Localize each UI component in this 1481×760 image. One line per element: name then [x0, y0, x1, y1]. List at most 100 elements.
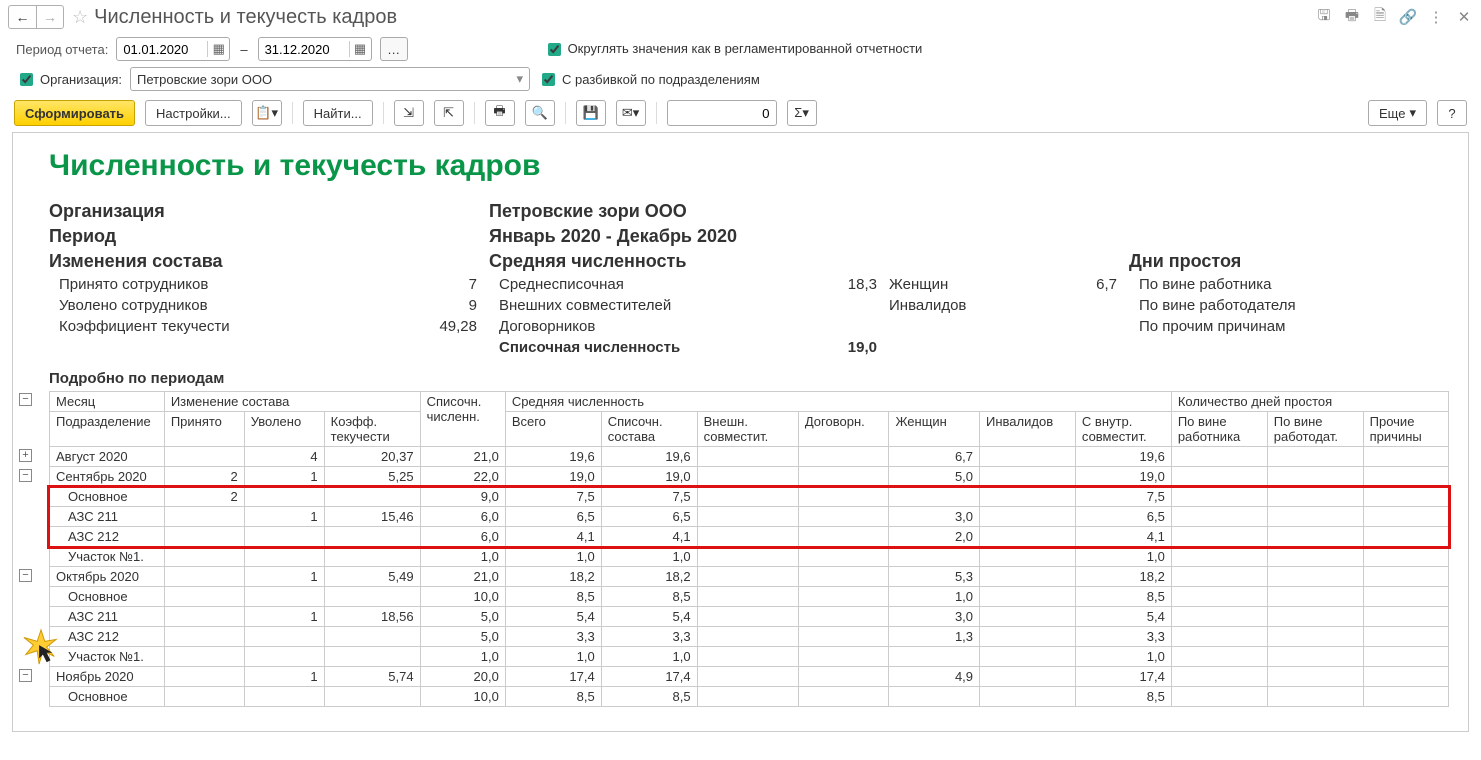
table-row[interactable]: АЗС 2126,04,14,12,04,1	[50, 527, 1449, 547]
th-coef: Коэфф. текучести	[324, 412, 420, 447]
table-cell	[1267, 607, 1363, 627]
table-cell: 4,1	[1075, 527, 1171, 547]
table-cell: 5,74	[324, 667, 420, 687]
table-row[interactable]: Октябрь 202015,4921,018,218,25,318,2	[50, 567, 1449, 587]
tree-toggle[interactable]: −	[19, 669, 32, 682]
avg-list-value: 18,3	[789, 276, 889, 293]
period-picker-button[interactable]: …	[380, 37, 408, 61]
org-select[interactable]: Петровские зори ООО ▾	[130, 67, 530, 91]
preview-icon[interactable]: 🗎	[1371, 8, 1389, 26]
table-cell	[324, 487, 420, 507]
table-row[interactable]: Основное29,07,57,57,5	[50, 487, 1449, 507]
list-count-value: 19,0	[789, 339, 889, 356]
round-checkbox-label: Округлять значения как в регламентирован…	[568, 42, 923, 57]
variants-button[interactable]: 📋▾	[252, 100, 282, 126]
table-cell: 2,0	[889, 527, 980, 547]
link-icon[interactable]: 🔗	[1399, 8, 1417, 26]
table-row[interactable]: Август 2020420,3721,019,619,66,719,6	[50, 447, 1449, 467]
table-row[interactable]: Основное10,08,58,51,08,5	[50, 587, 1449, 607]
form-button[interactable]: Сформировать	[14, 100, 135, 126]
date-from-input[interactable]: ▦	[116, 37, 230, 61]
calendar-icon[interactable]: ▦	[349, 41, 371, 57]
chevron-down-icon[interactable]: ▾	[517, 71, 524, 87]
table-cell: 7,5	[1075, 487, 1171, 507]
date-to-input[interactable]: ▦	[258, 37, 372, 61]
subdiv-checkbox-input[interactable]	[542, 73, 555, 86]
women-value: 6,7	[1029, 276, 1129, 293]
tree-toggle[interactable]: +	[19, 449, 32, 462]
table-cell	[1171, 567, 1267, 587]
table-cell: 5,4	[601, 607, 697, 627]
table-cell	[980, 587, 1076, 607]
table-row[interactable]: Ноябрь 202015,7420,017,417,44,917,4	[50, 667, 1449, 687]
table-cell	[697, 627, 798, 647]
forward-button[interactable]: →	[36, 5, 64, 29]
table-cell	[164, 527, 244, 547]
table-cell	[1363, 587, 1448, 607]
table-cell	[164, 607, 244, 627]
table-cell: Сентябрь 2020	[50, 467, 165, 487]
th-hired: Принято	[164, 412, 244, 447]
table-cell: АЗС 212	[50, 527, 165, 547]
tree-toggle[interactable]: −	[19, 393, 32, 406]
sigma-button[interactable]: Σ▾	[787, 100, 817, 126]
print-icon[interactable]: 🖶	[1343, 8, 1361, 26]
help-button[interactable]: ?	[1437, 100, 1467, 126]
round-checkbox[interactable]: Округлять значения как в регламентирован…	[544, 40, 923, 59]
settings-button[interactable]: Настройки...	[145, 100, 242, 126]
more-button[interactable]: Еще ▾	[1368, 100, 1427, 126]
invalid-label: Инвалидов	[889, 297, 1029, 314]
table-cell	[980, 687, 1076, 707]
table-cell	[244, 527, 324, 547]
table-cell: 15,46	[324, 507, 420, 527]
th-idle-emp: По вине работника	[1171, 412, 1267, 447]
nav-group: ← →	[8, 5, 64, 29]
table-cell: АЗС 211	[50, 607, 165, 627]
table-cell	[798, 687, 889, 707]
table-cell	[798, 607, 889, 627]
close-icon[interactable]: ✕	[1455, 8, 1473, 26]
fired-value: 9	[349, 297, 489, 314]
table-row[interactable]: Участок №1.1,01,01,01,0	[50, 647, 1449, 667]
table-row[interactable]: Участок №1.1,01,01,01,0	[50, 547, 1449, 567]
save-disk-button[interactable]: 💾	[576, 100, 606, 126]
table-cell: 7,5	[505, 487, 601, 507]
th-contr: Договорн.	[798, 412, 889, 447]
date-from-field[interactable]	[117, 40, 207, 59]
table-cell	[244, 587, 324, 607]
org-checkbox[interactable]: Организация:	[16, 70, 122, 89]
subdiv-checkbox[interactable]: С разбивкой по подразделениям	[538, 70, 760, 89]
expand-button[interactable]: ⇲	[394, 100, 424, 126]
table-cell	[164, 667, 244, 687]
table-row[interactable]: АЗС 211118,565,05,45,43,05,4	[50, 607, 1449, 627]
table-cell: 8,5	[601, 687, 697, 707]
contr-label: Договорников	[489, 318, 789, 335]
org-value: Петровские зори ООО	[489, 201, 1409, 222]
find-button[interactable]: Найти...	[303, 100, 373, 126]
org-checkbox-input[interactable]	[20, 73, 33, 86]
report-scroll[interactable]: Численность и текучесть кадров Организац…	[13, 133, 1468, 731]
table-cell	[980, 667, 1076, 687]
collapse-button[interactable]: ⇱	[434, 100, 464, 126]
calendar-icon[interactable]: ▦	[207, 41, 229, 57]
th-total: Всего	[505, 412, 601, 447]
date-to-field[interactable]	[259, 40, 349, 59]
table-row[interactable]: Сентябрь 2020215,2522,019,019,05,019,0	[50, 467, 1449, 487]
round-checkbox-input[interactable]	[548, 43, 561, 56]
preview-button[interactable]: 🔍	[525, 100, 555, 126]
back-button[interactable]: ←	[8, 5, 36, 29]
titlebar: ← → ☆ Численность и текучесть кадров 🖫 🖶…	[0, 0, 1481, 34]
table-row[interactable]: Основное10,08,58,58,5	[50, 687, 1449, 707]
tree-toggle[interactable]: −	[19, 469, 32, 482]
save-icon[interactable]: 🖫	[1315, 8, 1333, 26]
mail-button[interactable]: ✉▾	[616, 100, 646, 126]
table-cell: 4,1	[505, 527, 601, 547]
print-button[interactable]: 🖶	[485, 100, 515, 126]
menu-icon[interactable]: ⋮	[1427, 8, 1445, 26]
table-row[interactable]: АЗС 211115,466,06,56,53,06,5	[50, 507, 1449, 527]
table-cell	[1171, 667, 1267, 687]
numeric-input[interactable]	[667, 100, 777, 126]
table-row[interactable]: АЗС 2125,03,33,31,33,3	[50, 627, 1449, 647]
tree-toggle[interactable]: −	[19, 569, 32, 582]
favorite-icon[interactable]: ☆	[72, 7, 88, 28]
